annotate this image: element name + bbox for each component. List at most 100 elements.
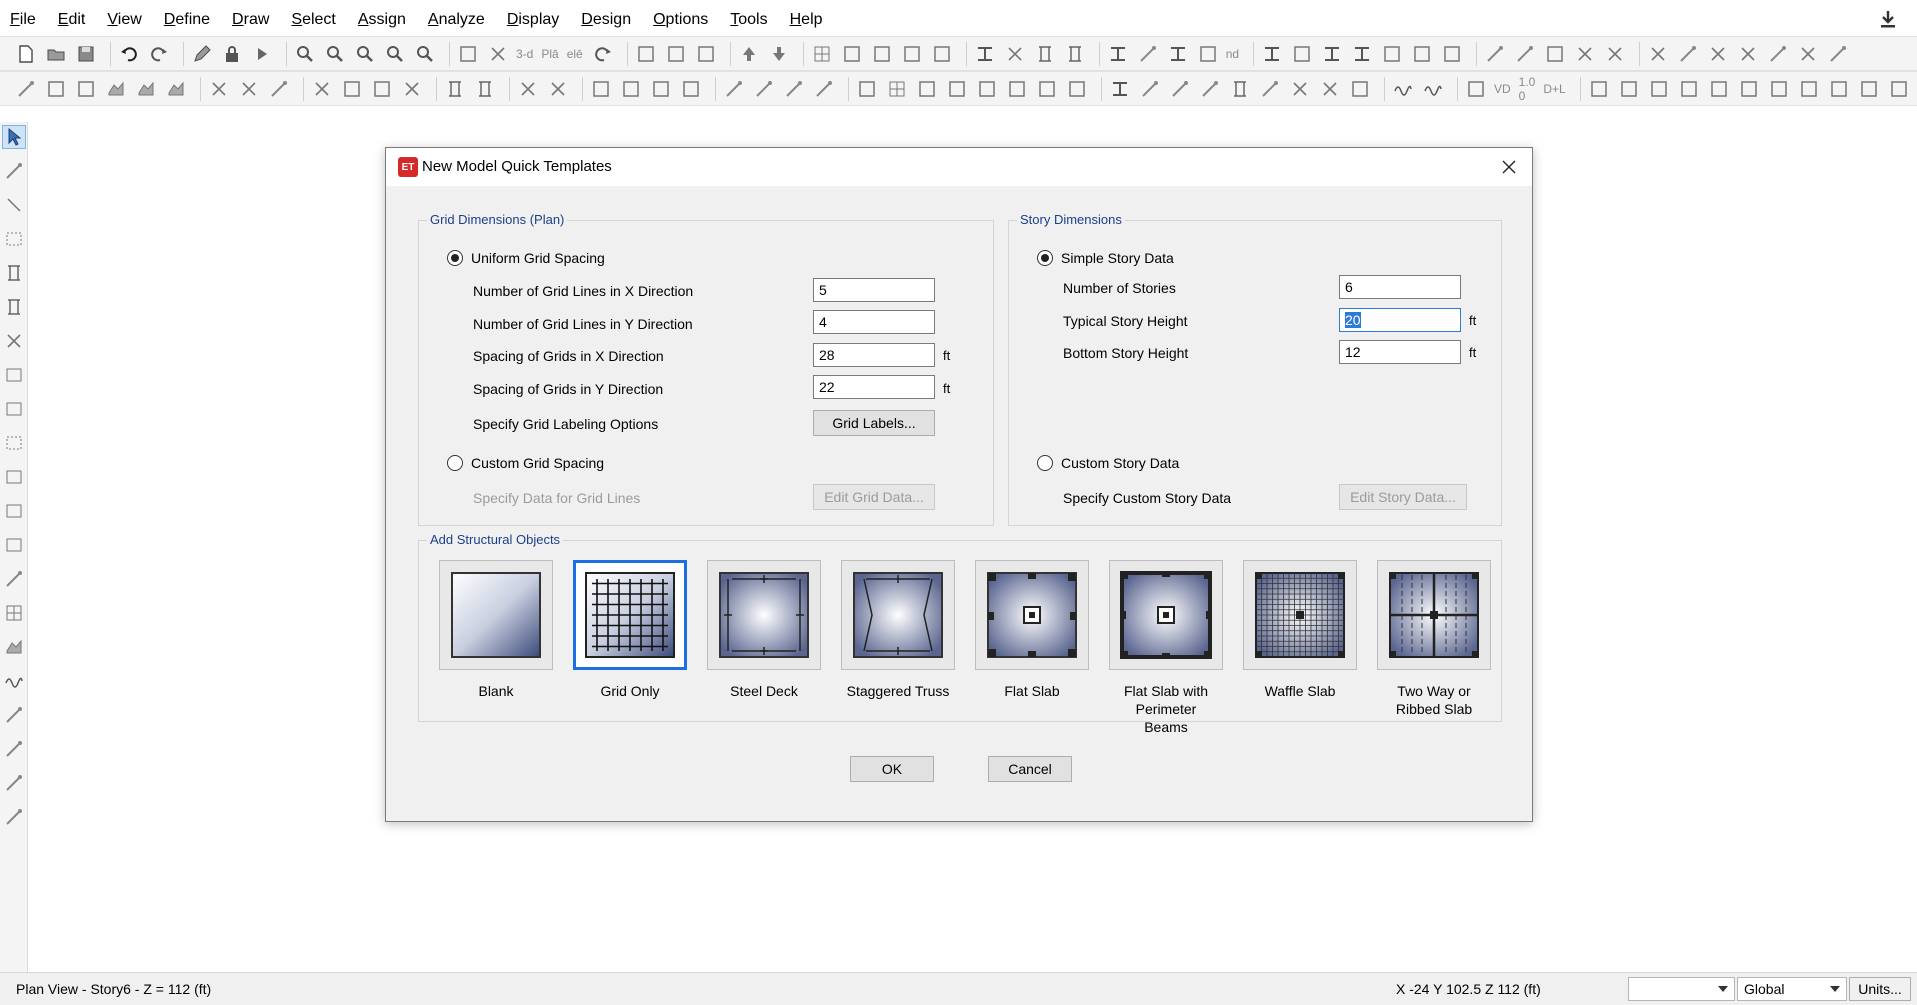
wave-icon[interactable] (3, 670, 25, 692)
menu-assign[interactable]: Assign (358, 11, 406, 29)
cross-icon[interactable] (1573, 42, 1597, 66)
beam-icon[interactable] (1166, 42, 1190, 66)
wave-icon[interactable] (1421, 77, 1445, 101)
slope-icon[interactable] (1826, 42, 1850, 66)
box-icon[interactable] (1440, 42, 1464, 66)
box-icon[interactable] (1797, 77, 1821, 101)
menu-display[interactable]: Display (507, 11, 559, 29)
box-icon[interactable] (340, 77, 364, 101)
dialog-titlebar[interactable]: ET New Model Quick Templates (386, 148, 1532, 186)
typical-story-height-input[interactable]: 20 (1339, 308, 1461, 332)
toolbar-text-view_3d[interactable]: 3-d (516, 47, 533, 61)
box-icon[interactable] (694, 42, 718, 66)
slope-icon[interactable] (1513, 42, 1537, 66)
template-flat-slab[interactable]: Flat Slab (975, 560, 1089, 700)
box-icon[interactable] (1005, 77, 1029, 101)
box-icon[interactable] (1035, 77, 1059, 101)
box-icon[interactable] (664, 42, 688, 66)
zoom-icon[interactable] (413, 42, 437, 66)
box-icon[interactable] (619, 77, 643, 101)
edit-story-data-button[interactable]: Edit Story Data... (1339, 484, 1467, 510)
zoom-icon[interactable] (293, 42, 317, 66)
template-waffle-slab[interactable]: Waffle Slab (1243, 560, 1357, 700)
slope-icon[interactable] (1766, 42, 1790, 66)
box-icon[interactable] (1380, 42, 1404, 66)
box-icon[interactable] (1587, 77, 1611, 101)
shape-icon[interactable] (3, 636, 25, 658)
slope-icon[interactable] (722, 77, 746, 101)
shape-icon[interactable] (104, 77, 128, 101)
slope-icon[interactable] (1676, 42, 1700, 66)
slope-icon[interactable] (1258, 77, 1282, 101)
cross-icon[interactable] (1318, 77, 1342, 101)
menu-design[interactable]: Design (581, 11, 631, 29)
toolbar-text-dl[interactable]: D+L (1543, 82, 1565, 96)
slope-icon[interactable] (3, 738, 25, 760)
box-icon[interactable] (649, 77, 673, 101)
menu-analyze[interactable]: Analyze (428, 11, 485, 29)
ok-button[interactable]: OK (850, 756, 934, 782)
cross-icon[interactable] (546, 77, 570, 101)
column-icon[interactable] (443, 77, 467, 101)
toolbar-text-vd[interactable]: VD (1494, 82, 1511, 96)
uniform-grid-spacing-radio[interactable]: Uniform Grid Spacing (447, 250, 605, 266)
toolbar-text-nd[interactable]: nd (1226, 47, 1239, 61)
zoom-icon[interactable] (383, 42, 407, 66)
menu-define[interactable]: Define (164, 11, 210, 29)
grid-icon[interactable] (3, 602, 25, 624)
radio-button-checked[interactable] (447, 250, 463, 266)
template-blank[interactable]: Blank (439, 560, 553, 700)
grid-only-icon[interactable] (573, 560, 687, 670)
blank-icon[interactable] (439, 560, 553, 670)
slope-icon[interactable] (1198, 77, 1222, 101)
box-icon[interactable] (370, 77, 394, 101)
menu-view[interactable]: View (107, 11, 141, 29)
rect-icon[interactable] (3, 534, 25, 556)
slope-icon[interactable] (1138, 77, 1162, 101)
box-icon[interactable] (634, 42, 658, 66)
cursor-icon[interactable] (1, 125, 26, 149)
cross-icon[interactable] (237, 77, 261, 101)
beam-icon[interactable] (1106, 42, 1130, 66)
cross-icon[interactable] (516, 77, 540, 101)
rect-icon[interactable] (3, 500, 25, 522)
slope-icon[interactable] (1136, 42, 1160, 66)
zoom-icon[interactable] (353, 42, 377, 66)
simple-story-data-radio[interactable]: Simple Story Data (1037, 250, 1174, 266)
template-staggered-truss[interactable]: Staggered Truss (841, 560, 955, 700)
box-icon[interactable] (1857, 77, 1881, 101)
box-icon[interactable] (1196, 42, 1220, 66)
coordinate-system-select[interactable]: Global (1737, 977, 1847, 1001)
cross-icon[interactable] (1003, 42, 1027, 66)
cross-icon[interactable] (1796, 42, 1820, 66)
column-icon[interactable] (1063, 42, 1087, 66)
custom-story-data-radio[interactable]: Custom Story Data (1037, 455, 1179, 471)
box-icon[interactable] (1887, 77, 1911, 101)
box-icon[interactable] (1827, 77, 1851, 101)
box-icon[interactable] (1065, 77, 1089, 101)
staggered-truss-icon[interactable] (841, 560, 955, 670)
grid-lines-x-input[interactable] (813, 278, 935, 302)
slope-icon[interactable] (1168, 77, 1192, 101)
box-icon[interactable] (930, 42, 954, 66)
wave-icon[interactable] (1391, 77, 1415, 101)
undo-icon[interactable] (117, 42, 141, 66)
menu-help[interactable]: Help (790, 11, 823, 29)
cross-icon[interactable] (1646, 42, 1670, 66)
box-icon[interactable] (855, 77, 879, 101)
grid-labels-button[interactable]: Grid Labels... (813, 410, 935, 436)
beam-icon[interactable] (1350, 42, 1374, 66)
cross-icon[interactable] (1603, 42, 1627, 66)
grid-spacing-x-input[interactable] (813, 343, 935, 367)
box-icon[interactable] (1767, 77, 1791, 101)
flat-slab-perimeter-beams-icon[interactable] (1109, 560, 1223, 670)
box-icon[interactable] (1707, 77, 1731, 101)
box-icon[interactable] (44, 77, 68, 101)
cross-icon[interactable] (310, 77, 334, 101)
steel-deck-icon[interactable] (707, 560, 821, 670)
zoom-icon[interactable] (323, 42, 347, 66)
cross-icon[interactable] (486, 42, 510, 66)
box-icon[interactable] (589, 77, 613, 101)
shape-icon[interactable] (164, 77, 188, 101)
radio-button-unchecked[interactable] (1037, 455, 1053, 471)
